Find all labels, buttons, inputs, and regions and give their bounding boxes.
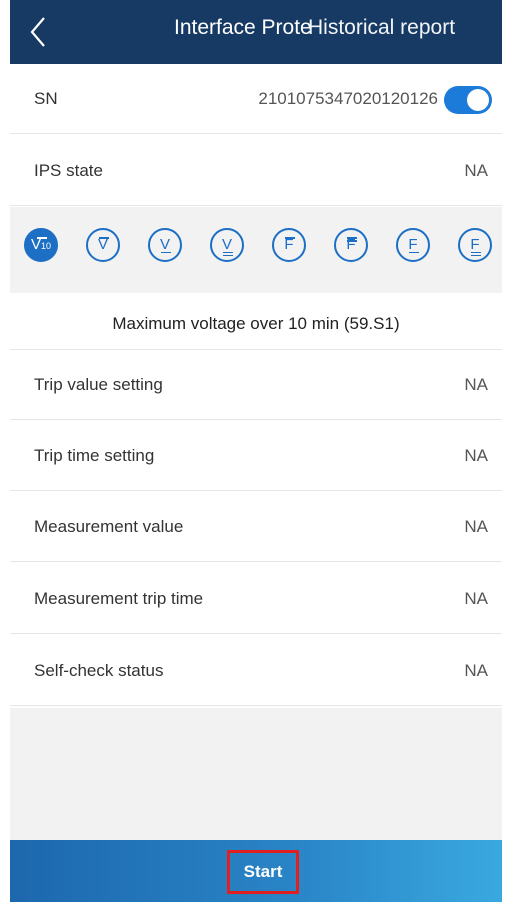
list-item: Self-check status NA	[10, 636, 502, 706]
v-double-underline-icon[interactable]: V	[210, 228, 244, 262]
measurement-value-label: Measurement value	[34, 517, 184, 536]
sn-row: SN 2101075347020120126	[10, 64, 502, 134]
measurement-trip-time-value: NA	[464, 589, 488, 608]
app-screen: Interface Prote Historical report SN 210…	[10, 0, 502, 902]
start-button[interactable]: Start	[227, 850, 299, 894]
list-item: Measurement value NA	[10, 492, 502, 562]
ips-state-label: IPS state	[34, 161, 103, 180]
trip-time-value: NA	[464, 446, 488, 465]
v10-icon[interactable]: V10	[24, 228, 58, 262]
ips-state-row: IPS state NA	[10, 136, 502, 206]
list-item: Trip value setting NA	[10, 350, 502, 420]
measurement-value-value: NA	[464, 517, 488, 536]
chevron-left-icon	[30, 17, 45, 47]
v-underline-icon[interactable]: V	[148, 228, 182, 262]
f-double-underline-icon[interactable]: F	[458, 228, 492, 262]
list-item: Measurement trip time NA	[10, 564, 502, 634]
trip-time-label: Trip time setting	[34, 446, 155, 465]
sn-label: SN	[34, 89, 58, 108]
measurement-trip-time-label: Measurement trip time	[34, 589, 204, 608]
f-underline-icon[interactable]: F	[396, 228, 430, 262]
v-overline-icon[interactable]: V	[86, 228, 120, 262]
ips-state-value: NA	[464, 161, 488, 180]
toggle-knob	[467, 89, 489, 111]
f-overline-icon[interactable]: F	[272, 228, 306, 262]
page-title-overlay: Historical report	[308, 16, 456, 39]
empty-area	[10, 708, 502, 840]
trip-value-value: NA	[464, 375, 488, 394]
trip-value-label: Trip value setting	[34, 375, 163, 394]
sn-toggle[interactable]	[444, 86, 492, 114]
list-item: Trip time setting NA	[10, 421, 502, 491]
selected-protection-description: Maximum voltage over 10 min (59.S1)	[10, 293, 502, 350]
bottom-action-bar: Start	[10, 840, 502, 902]
top-bar: Interface Prote Historical report	[10, 0, 502, 64]
protection-icon-strip: V10 V V V F F F F	[10, 207, 502, 500]
f-double-overline-icon[interactable]: F	[334, 228, 368, 262]
self-check-status-value: NA	[464, 661, 488, 680]
sn-value: 2101075347020120126	[258, 89, 438, 108]
self-check-status-label: Self-check status	[34, 661, 164, 680]
back-button[interactable]	[24, 12, 52, 52]
page-title: Interface Prote	[174, 16, 312, 39]
